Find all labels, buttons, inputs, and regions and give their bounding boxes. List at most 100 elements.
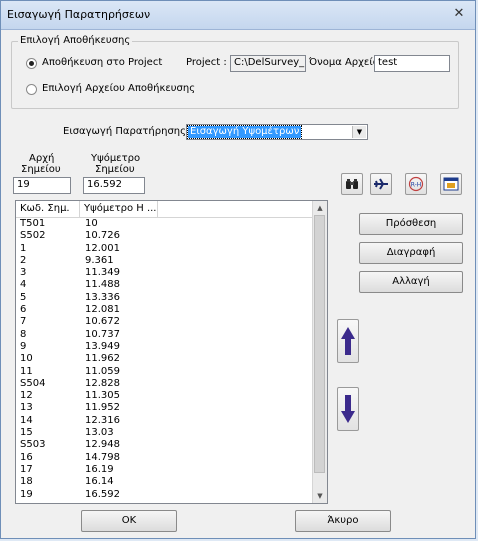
svg-text:R-H: R-H (411, 182, 422, 189)
table-row[interactable]: S502 10.726 (16, 230, 313, 242)
cell-height: 14.798 (85, 451, 120, 463)
table-window-icon (443, 177, 459, 191)
cell-point-code: 15 (20, 427, 33, 439)
cell-height: 13.03 (85, 427, 114, 439)
table-row[interactable]: 6 12.081 (16, 304, 313, 316)
cell-height: 12.316 (85, 414, 120, 426)
cell-point-code: 3 (20, 267, 27, 279)
cell-height: 11.305 (85, 390, 120, 402)
table-row[interactable]: 5 13.336 (16, 292, 313, 304)
cell-point-code: S502 (20, 230, 46, 242)
cell-point-code: 5 (20, 291, 27, 303)
table-row[interactable]: S504 12.828 (16, 378, 313, 390)
column-header-code[interactable]: Κωδ. Σημ. (16, 201, 80, 217)
observation-type-select[interactable]: Εισαγωγή Υψομέτρων ▼ (186, 124, 368, 140)
cell-height: 9.361 (85, 254, 114, 266)
dialog-window: Εισαγωγή Παρατηρήσεων ✕ Επιλογή Αποθήκευ… (0, 0, 476, 539)
list-scrollbar[interactable]: ▲ ▼ (312, 201, 327, 503)
cell-height: 12.081 (85, 304, 120, 316)
close-icon[interactable]: ✕ (449, 5, 469, 23)
table-row[interactable]: 2 9.361 (16, 255, 313, 267)
plane-icon (374, 178, 388, 190)
table-row[interactable]: 13 11.952 (16, 402, 313, 414)
table-row[interactable]: 12 11.305 (16, 390, 313, 402)
column-header-height[interactable]: Υψόμετρο Η ... (80, 201, 158, 217)
cell-point-code: 18 (20, 476, 33, 488)
cell-point-code: 19 (20, 488, 33, 500)
scroll-down-icon[interactable]: ▼ (313, 489, 327, 503)
cell-height: 11.059 (85, 365, 120, 377)
table-row[interactable]: 8 10.737 (16, 329, 313, 341)
table-row[interactable]: 17 16.19 (16, 464, 313, 476)
table-row[interactable]: 9 13.949 (16, 341, 313, 353)
table-row[interactable]: 18 16.14 (16, 476, 313, 488)
cell-height: 13.949 (85, 340, 120, 352)
title-bar[interactable]: Εισαγωγή Παρατηρήσεων ✕ (1, 1, 475, 30)
delete-button[interactable]: Διαγραφή (359, 242, 463, 264)
cell-point-code: 16 (20, 451, 33, 463)
table-row[interactable]: S503 12.948 (16, 439, 313, 451)
table-row[interactable]: 19 16.592 (16, 489, 313, 501)
import-button[interactable] (370, 173, 392, 195)
cell-height: 16.14 (85, 476, 114, 488)
cell-height: 10.726 (85, 230, 120, 242)
filename-input[interactable]: test (374, 55, 450, 72)
observations-list[interactable]: Κωδ. Σημ. Υψόμετρο Η ... T501 10 S502 10.72… (15, 200, 328, 504)
cell-point-code: 9 (20, 340, 27, 352)
cell-point-code: 12 (20, 390, 33, 402)
ok-button[interactable]: OK (81, 510, 177, 532)
cell-point-code: 17 (20, 463, 33, 475)
cell-height: 10 (85, 218, 98, 229)
cell-point-code: 8 (20, 328, 27, 340)
table-row[interactable]: T501 10 (16, 218, 313, 230)
storage-group-label: Επιλογή Αποθήκευσης (18, 35, 133, 46)
table-row[interactable]: 4 11.488 (16, 279, 313, 291)
rh-button[interactable]: R-H (405, 173, 427, 195)
move-up-button[interactable] (337, 319, 359, 363)
storage-group: Επιλογή Αποθήκευσης Αποθήκευση στο Proje… (11, 35, 459, 109)
cell-height: 12.948 (85, 439, 120, 451)
arrow-up-icon (341, 327, 355, 355)
cell-point-code: T501 (20, 218, 46, 229)
table-row[interactable]: 10 11.962 (16, 353, 313, 365)
rh-circle-icon: R-H (408, 176, 424, 192)
observation-type-label: Εισαγωγή Παρατήρησης: (63, 126, 190, 137)
radio-save-to-project[interactable] (26, 58, 37, 69)
project-path-field[interactable]: C:\DelSurvey_Pr (230, 55, 306, 72)
cell-point-code: 14 (20, 414, 33, 426)
cancel-button[interactable]: Άκυρο (295, 510, 391, 532)
scroll-up-icon[interactable]: ▲ (313, 201, 327, 215)
list-rows: T501 10 S502 10.726 1 12.001 2 9.361 3 11.349 4 11.… (16, 218, 313, 503)
radio-save-to-project-label[interactable]: Αποθήκευση στο Project (42, 57, 162, 68)
table-row[interactable]: 1 12.001 (16, 243, 313, 255)
point-code-input[interactable]: 19 (13, 177, 71, 194)
table-row[interactable]: 11 11.059 (16, 366, 313, 378)
scroll-thumb[interactable] (314, 215, 325, 473)
radio-choose-file-label[interactable]: Επιλογή Αρχείου Αποθήκευσης (42, 83, 195, 94)
table-button[interactable] (440, 173, 462, 195)
binoculars-icon (346, 179, 358, 189)
cell-point-code: 7 (20, 316, 27, 328)
height-input[interactable]: 16.592 (83, 177, 145, 194)
table-row[interactable]: 3 11.349 (16, 267, 313, 279)
add-button[interactable]: Πρόσθεση (359, 213, 463, 235)
table-row[interactable]: 7 10.672 (16, 316, 313, 328)
table-row[interactable]: 15 13.03 (16, 427, 313, 439)
move-down-button[interactable] (337, 387, 359, 431)
cell-point-code: S503 (20, 439, 46, 451)
chevron-down-icon[interactable]: ▼ (352, 126, 366, 138)
cell-height: 16.592 (85, 488, 120, 500)
radio-choose-file[interactable] (26, 84, 37, 95)
cell-point-code: 6 (20, 304, 27, 316)
change-button[interactable]: Αλλαγή (359, 271, 463, 293)
find-button[interactable] (341, 173, 363, 195)
cell-height: 10.737 (85, 328, 120, 340)
table-row[interactable]: 14 12.316 (16, 415, 313, 427)
list-header: Κωδ. Σημ. Υψόμετρο Η ... (16, 201, 313, 218)
table-row[interactable]: 16 14.798 (16, 452, 313, 464)
cell-point-code: S504 (20, 377, 46, 389)
cell-height: 10.672 (85, 316, 120, 328)
cell-height: 11.962 (85, 353, 120, 365)
project-label: Project : (186, 57, 227, 68)
cell-height: 11.952 (85, 402, 120, 414)
